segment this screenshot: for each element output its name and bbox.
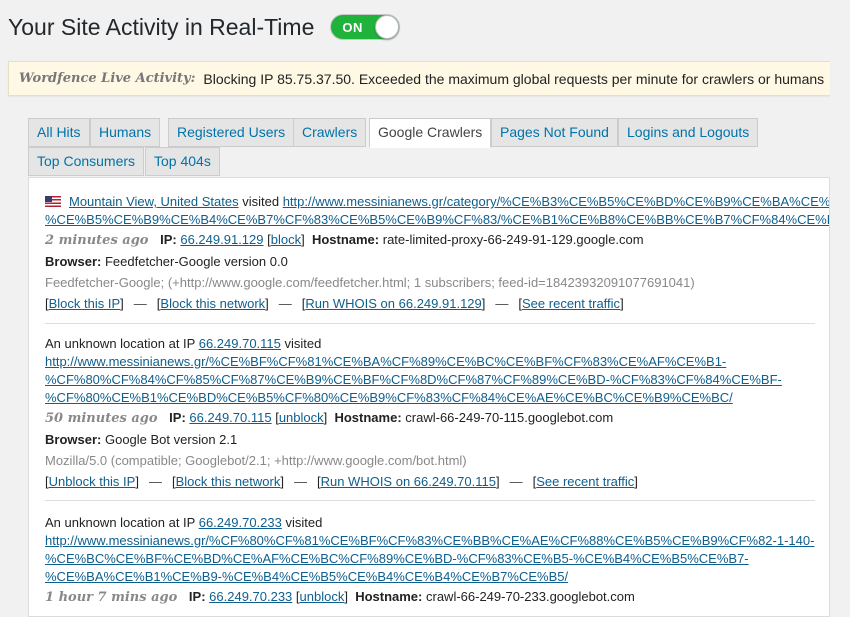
location-link[interactable]: Mountain View, United States: [69, 194, 239, 209]
ip-link[interactable]: 66.249.70.233: [209, 589, 292, 604]
url-continuation: %CE%B5%CE%B9%CE%B4%CE%B7%CF%83%CE%B5%CE%…: [45, 211, 829, 229]
visit-line: An unknown location at IP 66.249.70.233 …: [45, 514, 829, 532]
url-line: %CF%80%CE%B1%CE%BD%CE%B5%CF%80%CE%B9%CF%…: [45, 389, 829, 407]
ip-link[interactable]: 66.249.70.115: [189, 410, 271, 425]
action-links: [Block this IP] — [Block this network] — [Ru…: [45, 296, 624, 311]
ip-label: IP:: [188, 589, 206, 604]
block-link[interactable]: block: [271, 232, 301, 247]
browser-line: Browser: Google Bot version 2.1: [45, 431, 829, 449]
visited-url-link-cont[interactable]: %CF%80%CE%B1%CE%BD%CE%B5%CF%80%CE%B9%CF%…: [45, 390, 733, 405]
visited-url-link[interactable]: http://www.messinianews.gr/%CF%80%CF%81%…: [45, 533, 814, 548]
live-activity-label: Wordfence Live Activity:: [19, 71, 196, 86]
hostname-label: Hostname:: [334, 410, 402, 425]
activity-entry: An unknown location at IP 66.249.70.115 …: [45, 335, 829, 491]
visited-url-link-cont[interactable]: %CE%BA%CE%B1%CE%B9-%CE%B4%CE%B5%CE%B4%CE…: [45, 569, 568, 584]
url-line: %CF%80%CF%84%CF%85%CF%87%CE%B9%CE%BF%CF%…: [45, 371, 829, 389]
recent-traffic-link[interactable]: See recent traffic: [536, 474, 634, 489]
visited-text: visited: [284, 336, 322, 351]
action-links: [Unblock this IP] — [Block this network] —[…: [45, 474, 638, 489]
tab-crawlers[interactable]: Crawlers: [293, 118, 367, 147]
block-ip-link[interactable]: Block this IP: [49, 296, 121, 311]
live-activity-toggle[interactable]: ON: [330, 14, 401, 40]
toggle-knob[interactable]: [375, 15, 400, 39]
entry-divider: [45, 500, 815, 501]
url-line: http://www.messinianews.gr/%CF%80%CF%81%…: [45, 532, 829, 550]
time-ago: 2 minutes ago: [45, 233, 149, 248]
location-ip-link[interactable]: 66.249.70.233: [199, 515, 282, 530]
browser-value: Feedfetcher-Google version 0.0: [104, 254, 288, 269]
browser-label: Browser:: [45, 432, 102, 447]
entry-divider: [45, 323, 815, 324]
visited-text: visited: [285, 515, 323, 530]
visited-url-link-cont[interactable]: %CE%B5%CE%B9%CE%B4%CE%B7%CF%83%CE%B5%CE%…: [45, 212, 829, 227]
whois-link[interactable]: Run WHOIS on 66.249.91.129: [305, 296, 481, 311]
visit-line: An unknown location at IP 66.249.70.115 …: [45, 335, 829, 353]
whois-link[interactable]: Run WHOIS on 66.249.70.115: [321, 474, 496, 489]
meta-line: 2 minutes ago IP: 66.249.91.129 [block] …: [45, 232, 644, 248]
time-ago: 50 minutes ago: [45, 411, 158, 426]
browser-value: Google Bot version 2.1: [104, 432, 238, 447]
time-ago: 1 hour 7 mins ago: [45, 590, 178, 605]
activity-panel: Mountain View, United States visited htt…: [28, 177, 830, 617]
location-prefix: An unknown location at IP: [45, 336, 196, 351]
ip-label: IP:: [160, 232, 177, 247]
ip-label: IP:: [169, 410, 186, 425]
recent-traffic-link[interactable]: See recent traffic: [522, 296, 620, 311]
activity-entry: An unknown location at IP 66.249.70.233 …: [45, 514, 829, 607]
live-activity-message: Blocking IP 85.75.37.50. Exceeded the ma…: [203, 70, 825, 87]
tab-humans[interactable]: Humans: [90, 118, 161, 147]
unblock-link[interactable]: unblock: [279, 410, 324, 425]
url-line: %CE%BC%CE%BF%CE%BD%CE%AF%CE%BC%CF%89%CE%…: [45, 550, 829, 568]
us-flag-icon: [45, 196, 61, 207]
visited-url-link-cont[interactable]: %CE%BC%CE%BF%CE%BD%CE%AF%CE%BC%CF%89%CE%…: [45, 551, 749, 566]
url-line: %CE%BA%CE%B1%CE%B9-%CE%B4%CE%B5%CE%B4%CE…: [45, 568, 829, 586]
tab-registered-users[interactable]: Registered Users: [168, 118, 295, 147]
meta-line: 50 minutes ago IP: 66.249.70.115 [unbloc…: [45, 410, 614, 426]
hostname-label: Hostname:: [311, 232, 380, 247]
browser-line: Browser: Feedfetcher-Google version 0.0: [45, 253, 829, 271]
live-activity-bar: Wordfence Live Activity: Blocking IP 85.…: [8, 61, 830, 96]
block-network-link[interactable]: Block this network: [176, 474, 281, 489]
visited-url-link[interactable]: http://www.messinianews.gr/%CE%BF%CF%81%…: [45, 354, 726, 369]
visited-url-link-cont[interactable]: %CF%80%CF%84%CF%85%CF%87%CE%B9%CE%BF%CF%…: [45, 372, 782, 387]
unblock-ip-link[interactable]: Unblock this IP: [49, 474, 136, 489]
page-title: Your Site Activity in Real-Time: [8, 14, 315, 40]
hostname-value: crawl-66-249-70-233.googlebot.com: [426, 589, 635, 604]
visit-line: Mountain View, United States visited htt…: [45, 193, 829, 211]
hostname-label: Hostname:: [355, 589, 423, 604]
tab-google-crawlers[interactable]: Google Crawlers: [369, 118, 492, 148]
url-line: http://www.messinianews.gr/%CE%BF%CF%81%…: [45, 353, 829, 371]
unblock-link[interactable]: unblock: [300, 589, 345, 604]
toggle-label: ON: [342, 20, 363, 35]
visited-url-link[interactable]: http://www.messinianews.gr/category/%CE%…: [283, 194, 829, 209]
location-ip-link[interactable]: 66.249.70.115: [199, 336, 281, 351]
visited-text: visited: [242, 194, 280, 209]
activity-entry: Mountain View, United States visited htt…: [45, 193, 829, 313]
tab-logins-and-logouts[interactable]: Logins and Logouts: [618, 118, 759, 147]
ip-link[interactable]: 66.249.91.129: [180, 232, 263, 247]
tab-top-consumers[interactable]: Top Consumers: [28, 147, 145, 176]
tab-top-404s[interactable]: Top 404s: [145, 147, 220, 176]
user-agent: Mozilla/5.0 (compatible; Googlebot/2.1; …: [45, 453, 467, 468]
page-header: Your Site Activity in Real-Time ON: [8, 10, 401, 44]
hostname-value: crawl-66-249-70-115.googlebot.com: [405, 410, 614, 425]
tab-all-hits[interactable]: All Hits: [28, 118, 90, 147]
block-network-link[interactable]: Block this network: [160, 296, 265, 311]
hostname-value: rate-limited-proxy-66-249-91-129.google.…: [382, 232, 644, 247]
location-prefix: An unknown location at IP: [45, 515, 196, 530]
meta-line: 1 hour 7 mins ago IP: 66.249.70.233 [unb…: [45, 589, 635, 605]
browser-label: Browser:: [45, 254, 102, 269]
user-agent: Feedfetcher-Google; (+http://www.google.…: [45, 275, 695, 290]
tab-pages-not-found[interactable]: Pages Not Found: [491, 118, 618, 147]
